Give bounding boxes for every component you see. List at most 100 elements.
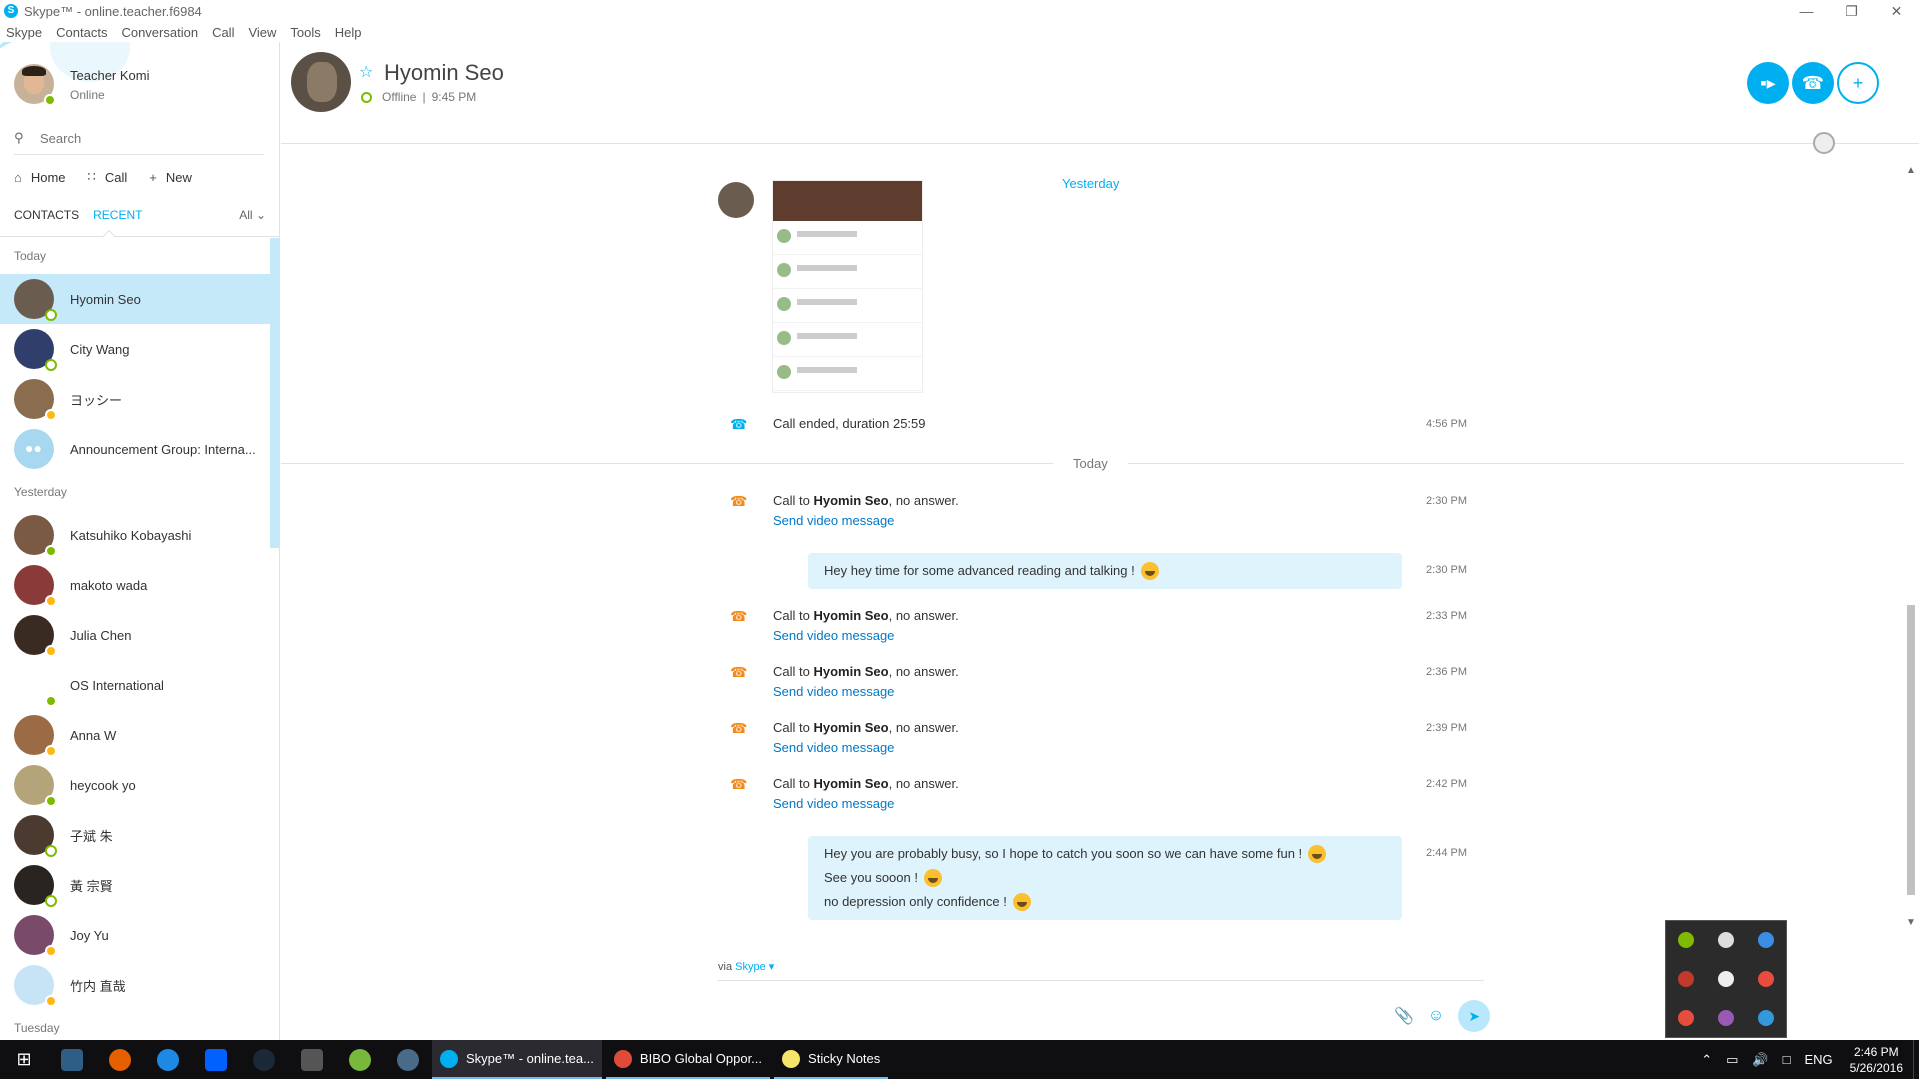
phone-icon: ☎ — [730, 493, 748, 509]
message-bubble[interactable]: Hey you are probably busy, so I hope to … — [808, 836, 1402, 920]
task-view-icon[interactable] — [48, 1040, 96, 1079]
list-item[interactable]: OS International — [0, 660, 270, 710]
conversation-scrollbar[interactable]: ▲ ▼ — [1904, 165, 1918, 928]
list-item[interactable]: City Wang — [0, 324, 270, 374]
list-item[interactable]: Julia Chen — [0, 610, 270, 660]
away-status-icon — [45, 745, 57, 757]
app-icon[interactable] — [384, 1040, 432, 1079]
action-center-icon[interactable]: □ — [1783, 1052, 1791, 1067]
utorrent-icon[interactable] — [336, 1040, 384, 1079]
edge-icon[interactable] — [144, 1040, 192, 1079]
send-video-message-link[interactable]: Send video message — [773, 684, 894, 699]
menu-help[interactable]: Help — [335, 25, 362, 40]
list-item[interactable]: 子斌 朱 — [0, 810, 270, 860]
new-button[interactable]: + New — [149, 170, 192, 185]
message-bubble[interactable]: Hey hey time for some advanced reading a… — [808, 553, 1402, 589]
send-video-message-link[interactable]: Send video message — [773, 796, 894, 811]
star-icon[interactable]: ☆ — [359, 62, 373, 82]
tab-contacts[interactable]: CONTACTS — [14, 208, 79, 222]
away-status-icon — [45, 645, 57, 657]
list-item[interactable]: ●● Announcement Group: Interna... — [0, 424, 270, 474]
paperclip-icon[interactable]: 📎 — [1394, 1006, 1414, 1026]
recent-list: Today Hyomin Seo City Wang ヨッシー ●● Announcem… — [0, 238, 270, 1040]
menu-skype[interactable]: Skype — [6, 25, 42, 40]
list-item[interactable]: Anna W — [0, 710, 270, 760]
send-video-message-link[interactable]: Send video message — [773, 628, 894, 643]
video-call-button[interactable]: ▪▸ — [1747, 62, 1789, 104]
message-text: Hey you are probably busy, so I hope to … — [824, 846, 1303, 861]
audio-call-button[interactable]: ☎ — [1792, 62, 1834, 104]
call-button[interactable]: ∷ Call — [88, 169, 128, 185]
emoticon-icon[interactable]: ☺ — [1428, 1007, 1444, 1025]
chevron-up-icon[interactable]: ▲ — [1906, 165, 1916, 176]
taskbar-app[interactable]: Sticky Notes — [774, 1040, 889, 1079]
tray-app-icon[interactable] — [1678, 1009, 1694, 1026]
tray-app-icon[interactable] — [1718, 932, 1734, 949]
conversation-header: ☆ Hyomin Seo Offline | 9:45 PM ▪▸ ☎ + — [281, 42, 1919, 154]
message-text: See you sooon ! — [824, 870, 918, 885]
list-item[interactable]: ヨッシー — [0, 374, 270, 424]
info-icon[interactable] — [1758, 932, 1774, 949]
show-desktop-button[interactable] — [1913, 1040, 1919, 1079]
contact-name: Julia Chen — [70, 627, 132, 643]
list-item[interactable]: makoto wada — [0, 560, 270, 610]
menu-contacts[interactable]: Contacts — [56, 25, 107, 40]
add-people-button[interactable]: + — [1837, 62, 1879, 104]
tray-app-icon[interactable] — [1718, 970, 1734, 987]
list-item[interactable]: 黃 宗賢 — [0, 860, 270, 910]
language-indicator[interactable]: ENG — [1804, 1052, 1832, 1067]
menu-tools[interactable]: Tools — [290, 25, 320, 40]
tray-app-icon[interactable] — [1678, 970, 1694, 987]
restore-button[interactable]: ❐ — [1829, 0, 1874, 22]
clock[interactable]: 2:46 PM 5/26/2016 — [1850, 1044, 1903, 1076]
via-selector[interactable]: via Skype ▾ — [718, 960, 774, 973]
game-icon[interactable] — [288, 1040, 336, 1079]
globe-icon[interactable] — [1813, 132, 1835, 154]
tab-recent[interactable]: RECENT — [93, 208, 142, 222]
list-item[interactable]: Hyomin Seo — [0, 274, 270, 324]
tray-app-icon[interactable] — [1718, 1009, 1734, 1026]
chevron-down-icon: ⌄ — [255, 208, 266, 222]
volume-icon[interactable]: 🔊 — [1752, 1052, 1768, 1068]
list-item[interactable]: Katsuhiko Kobayashi — [0, 510, 270, 560]
chevron-up-icon[interactable]: ⌃ — [1701, 1052, 1712, 1068]
steam-icon[interactable] — [240, 1040, 288, 1079]
tray-app-icon[interactable] — [1758, 970, 1774, 987]
list-item[interactable]: Joy Yu — [0, 910, 270, 960]
profile-status[interactable]: Online — [70, 88, 105, 102]
scrollbar-thumb[interactable] — [1907, 605, 1915, 895]
send-button[interactable]: ➤ — [1458, 1000, 1491, 1032]
menu-view[interactable]: View — [248, 25, 276, 40]
menu-call[interactable]: Call — [212, 25, 234, 40]
shared-image-thumbnail[interactable] — [772, 180, 923, 393]
taskbar-app[interactable]: Skype™ - online.tea... — [432, 1040, 602, 1079]
send-video-message-link[interactable]: Send video message — [773, 740, 894, 755]
send-video-message-link[interactable]: Send video message — [773, 513, 894, 528]
search-input[interactable] — [40, 130, 240, 146]
profile-card[interactable]: Teacher Komi Online — [0, 42, 279, 122]
search-box[interactable]: ⚲ — [14, 126, 264, 150]
home-button[interactable]: ⌂ Home — [14, 170, 66, 185]
away-status-icon — [45, 595, 57, 607]
away-status-icon — [45, 945, 57, 957]
message-input[interactable] — [718, 980, 1484, 981]
dropbox-icon[interactable] — [192, 1040, 240, 1079]
list-item[interactable]: heycook yo — [0, 760, 270, 810]
network-icon[interactable]: ▭ — [1726, 1052, 1738, 1068]
via-app: Skype — [735, 961, 766, 973]
window-title: Skype™ - online.teacher.f6984 — [24, 3, 202, 19]
laughing-emoji-icon — [1012, 893, 1031, 911]
firefox-icon[interactable] — [96, 1040, 144, 1079]
taskbar-app[interactable]: BIBO Global Oppor... — [605, 1040, 771, 1079]
list-item[interactable]: 竹内 直哉 — [0, 960, 270, 1010]
windows-start-icon[interactable]: ⊞ — [0, 1040, 48, 1079]
menu-conversation[interactable]: Conversation — [121, 25, 198, 40]
tray-app-icon[interactable] — [1678, 932, 1694, 949]
tray-app-icon[interactable] — [1758, 1009, 1774, 1026]
sidebar-scrollbar[interactable] — [270, 238, 279, 548]
close-button[interactable]: ✕ — [1874, 0, 1919, 22]
avatar[interactable] — [291, 52, 351, 112]
filter-dropdown[interactable]: All ⌄ — [239, 208, 266, 222]
minimize-button[interactable]: — — [1784, 0, 1829, 22]
chevron-down-icon[interactable]: ▼ — [1906, 917, 1916, 928]
